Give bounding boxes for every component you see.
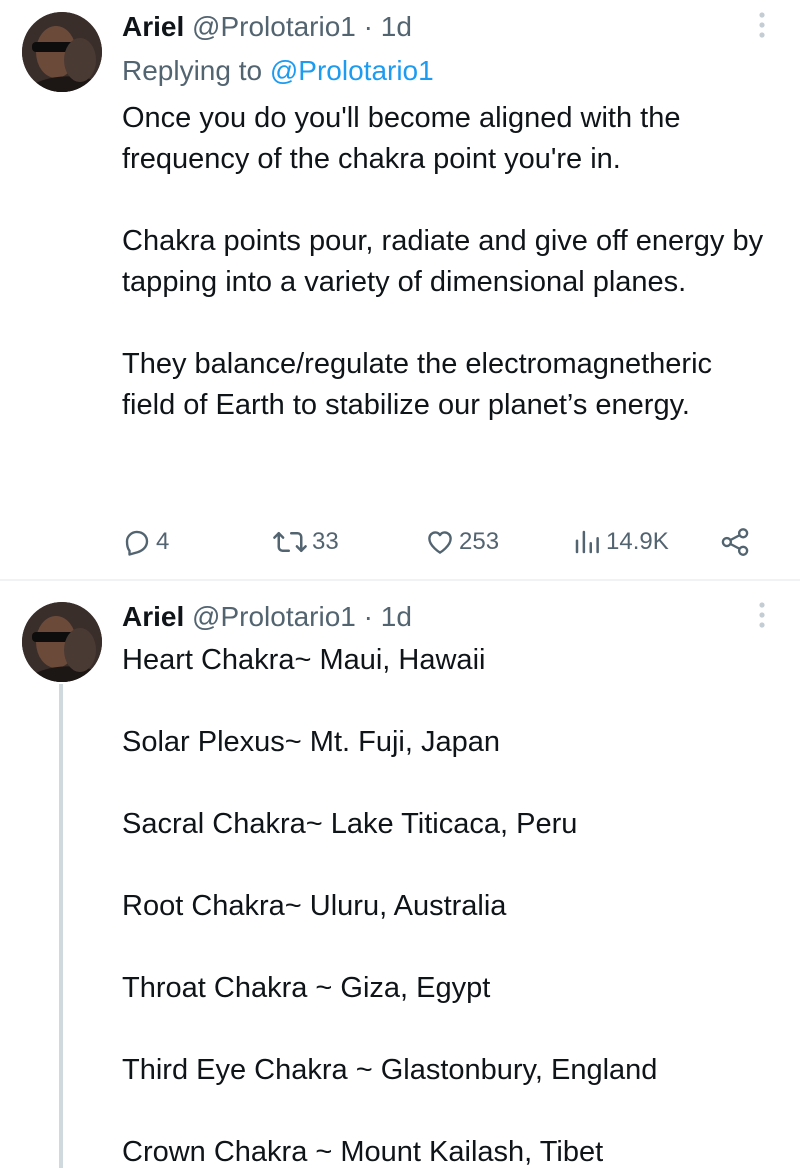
tweet[interactable]: Ariel @Prolotario1 · 1d Heart Chakra~ Ma… [0,582,800,1168]
author-avatar[interactable] [22,12,102,92]
like-button[interactable]: 253 [425,522,499,562]
more-icon[interactable] [750,600,774,630]
reply-button[interactable]: 4 [122,522,169,562]
views-button[interactable]: 14.9K [572,522,669,562]
author-name[interactable]: Ariel [122,601,184,632]
tweet-paragraph: Solar Plexus~ Mt. Fuji, Japan [122,726,500,758]
tweet-paragraph: Third Eye Chakra ~ Glastonbury, England [122,1054,658,1086]
tweet-paragraph: Once you do you'll become aligned with t… [122,102,681,175]
tweet-paragraph: They balance/regulate the electromagneth… [122,348,713,421]
action-bar: 4 33 253 14.9K [122,522,762,562]
views-count: 14.9K [606,528,669,555]
separator-dot: · [363,601,373,632]
tweet-time[interactable]: 1d [381,601,412,632]
separator-dot: · [363,11,373,42]
tweet-paragraph: Crown Chakra ~ Mount Kailash, Tibet [122,1136,604,1168]
tweet-time[interactable]: 1d [381,11,412,42]
replying-to-link[interactable]: @Prolotario1 [270,55,434,86]
tweet-paragraph: Root Chakra~ Uluru, Australia [122,890,507,922]
author-name[interactable]: Ariel [122,11,184,42]
reply-count: 4 [156,528,170,555]
views-icon [575,530,599,554]
tweet-header: Ariel @Prolotario1 · 1d [122,10,412,44]
reply-icon [125,530,149,556]
replying-prefix: Replying to [122,55,270,86]
retweet-count: 33 [312,528,339,555]
author-avatar[interactable] [22,602,102,682]
thread-line [59,684,63,1168]
like-count: 253 [459,528,500,555]
replying-to: Replying to @Prolotario1 [122,54,434,88]
author-handle[interactable]: @Prolotario1 [192,601,356,632]
retweet-button[interactable]: 33 [272,522,339,562]
avatar-image [22,12,102,92]
author-handle[interactable]: @Prolotario1 [192,11,356,42]
tweet-text: Once you do you'll become aligned with t… [122,98,772,426]
tweet-text: Heart Chakra~ Maui, Hawaii Solar Plexus~… [122,640,772,1173]
tweet-paragraph: Sacral Chakra~ Lake Titicaca, Peru [122,808,578,840]
retweet-icon [273,532,307,552]
tweet-header: Ariel @Prolotario1 · 1d [122,600,412,634]
share-button[interactable] [720,522,750,562]
tweet-paragraph: Heart Chakra~ Maui, Hawaii [122,644,486,676]
tweet[interactable]: Ariel @Prolotario1 · 1d Replying to @Pro… [0,0,800,580]
avatar-image [22,602,102,682]
more-icon[interactable] [750,10,774,40]
like-icon [428,531,452,554]
tweet-paragraph: Throat Chakra ~ Giza, Egypt [122,972,491,1004]
tweet-divider [0,579,800,581]
tweet-paragraph: Chakra points pour, radiate and give off… [122,225,764,298]
share-icon [721,528,749,556]
